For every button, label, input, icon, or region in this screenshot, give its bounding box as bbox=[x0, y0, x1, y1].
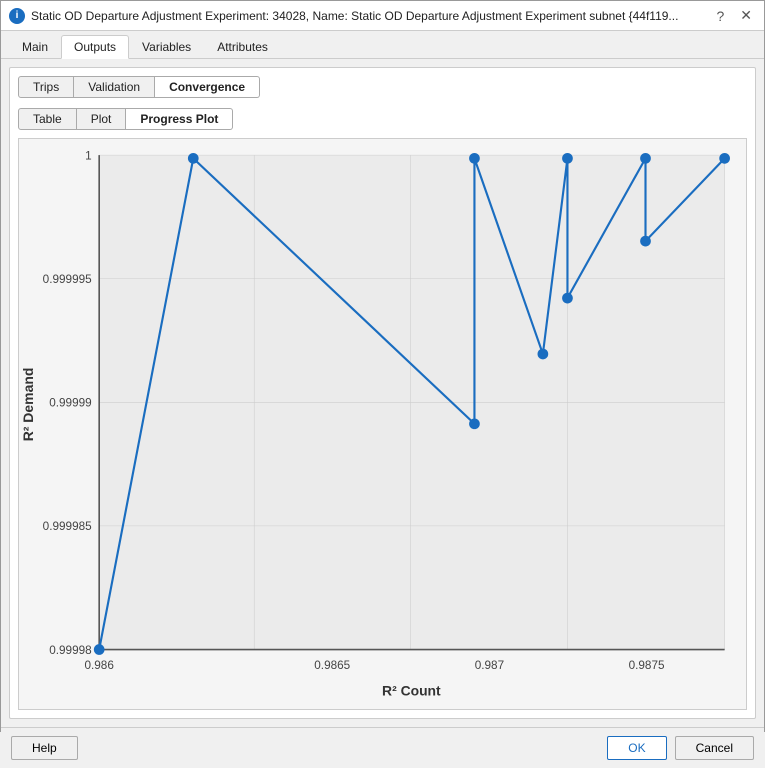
main-window: i Static OD Departure Adjustment Experim… bbox=[0, 0, 765, 732]
svg-text:0.986: 0.986 bbox=[84, 659, 114, 672]
ok-button[interactable]: OK bbox=[607, 736, 666, 760]
main-tab-bar: Main Outputs Variables Attributes bbox=[1, 31, 764, 59]
svg-text:R² Count: R² Count bbox=[382, 683, 441, 699]
chart-area: 0.99998 0.999985 0.99999 0.999995 1 0.98… bbox=[18, 138, 747, 710]
svg-text:0.9865: 0.9865 bbox=[314, 659, 350, 672]
title-bar: i Static OD Departure Adjustment Experim… bbox=[1, 1, 764, 31]
content-area: Trips Validation Convergence Table Plot … bbox=[1, 59, 764, 727]
chart-tab-plot[interactable]: Plot bbox=[77, 108, 127, 130]
subtab-trips[interactable]: Trips bbox=[18, 76, 74, 98]
footer: Help OK Cancel bbox=[1, 727, 764, 768]
close-button[interactable]: ✕ bbox=[736, 5, 756, 26]
tab-outputs[interactable]: Outputs bbox=[61, 35, 129, 59]
footer-actions: OK Cancel bbox=[607, 736, 754, 760]
progress-plot-svg: 0.99998 0.999985 0.99999 0.999995 1 0.98… bbox=[19, 139, 746, 709]
title-bar-controls: ? ✕ bbox=[712, 5, 756, 26]
help-icon-btn[interactable]: ? bbox=[712, 6, 728, 26]
title-bar-left: i Static OD Departure Adjustment Experim… bbox=[9, 8, 678, 24]
cancel-button[interactable]: Cancel bbox=[675, 736, 754, 760]
svg-text:0.99998: 0.99998 bbox=[49, 644, 92, 657]
svg-text:0.99999: 0.99999 bbox=[49, 397, 91, 410]
svg-text:0.999985: 0.999985 bbox=[43, 520, 92, 533]
help-button[interactable]: Help bbox=[11, 736, 78, 760]
svg-text:0.987: 0.987 bbox=[475, 659, 504, 672]
window-title: Static OD Departure Adjustment Experimen… bbox=[31, 9, 678, 23]
output-panel: Trips Validation Convergence Table Plot … bbox=[9, 67, 756, 719]
svg-text:1: 1 bbox=[85, 149, 92, 162]
svg-text:R² Demand: R² Demand bbox=[20, 368, 36, 442]
svg-text:0.9875: 0.9875 bbox=[629, 659, 665, 672]
subtab-validation[interactable]: Validation bbox=[74, 76, 155, 98]
app-icon: i bbox=[9, 8, 25, 24]
svg-text:0.999995: 0.999995 bbox=[43, 273, 92, 286]
tab-variables[interactable]: Variables bbox=[129, 35, 204, 58]
chart-tab-table[interactable]: Table bbox=[18, 108, 77, 130]
chart-tab-bar: Table Plot Progress Plot bbox=[18, 108, 747, 130]
tab-main[interactable]: Main bbox=[9, 35, 61, 58]
chart-tab-progress-plot[interactable]: Progress Plot bbox=[126, 108, 233, 130]
sub-tab-bar: Trips Validation Convergence bbox=[18, 76, 747, 98]
subtab-convergence[interactable]: Convergence bbox=[155, 76, 260, 98]
tab-attributes[interactable]: Attributes bbox=[204, 35, 281, 58]
